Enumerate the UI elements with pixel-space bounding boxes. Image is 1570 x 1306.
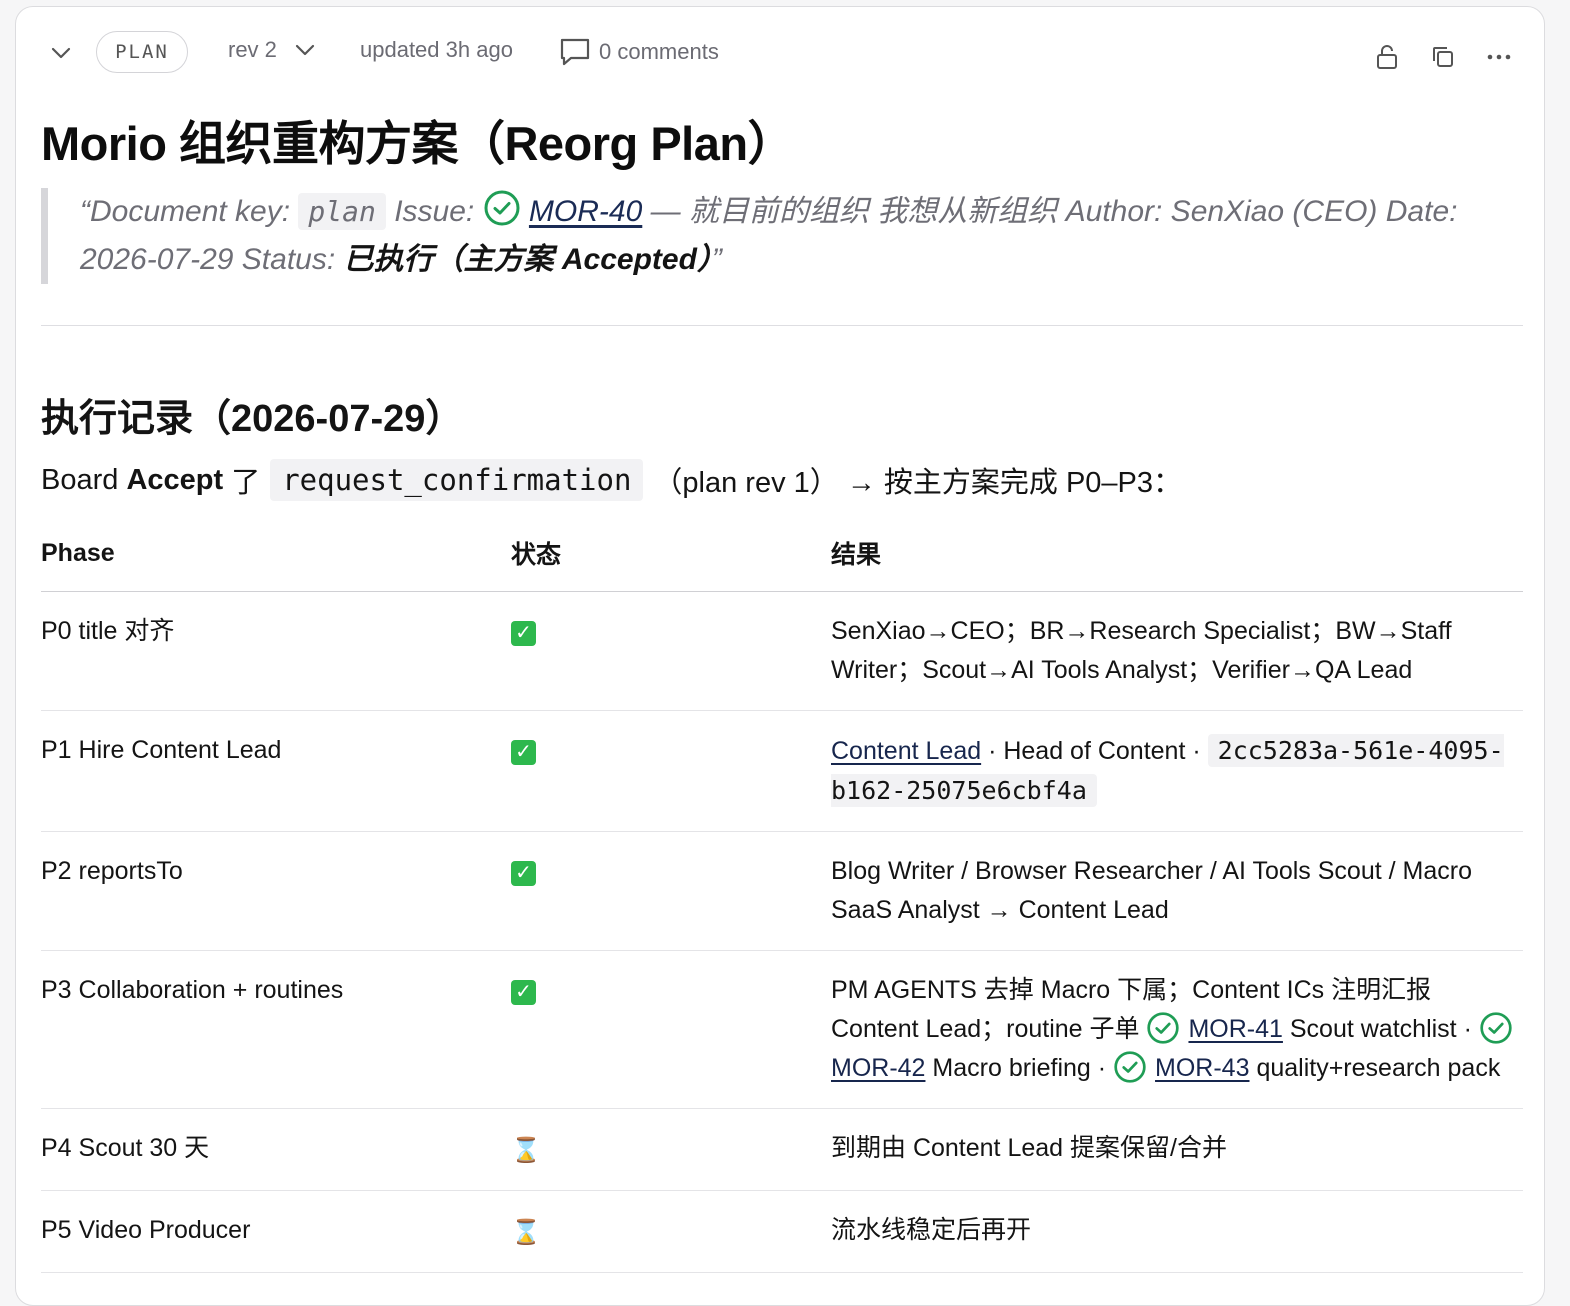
result-text: · Head of Content ·: [981, 737, 1208, 765]
table-row: P1 Hire Content Lead ✓ Content Lead · He…: [41, 710, 1523, 832]
hourglass-icon: ⌛: [511, 1137, 541, 1164]
divider: [41, 325, 1523, 326]
check-mark-icon: ✓: [511, 740, 536, 765]
unlock-icon[interactable]: [1369, 39, 1405, 75]
execution-table: Phase 状态 结果 P0 title 对齐 ✓ SenXiao→CEO；BR…: [41, 525, 1523, 1273]
section-heading: 执行记录（2026-07-29）: [41, 398, 464, 440]
comments-button[interactable]: 0 comments: [559, 37, 719, 67]
collapse-chevron-icon[interactable]: [43, 35, 79, 71]
result-cell: 到期由 Content Lead 提案保留/合并: [831, 1108, 1523, 1191]
intro-prefix: Board: [41, 463, 127, 496]
doc-type-badge: PLAN: [96, 31, 188, 73]
more-icon[interactable]: [1481, 39, 1517, 75]
chevron-down-icon: [295, 44, 315, 56]
issue-link-mor-42[interactable]: MOR-42: [831, 1054, 925, 1082]
status-cell: ⌛: [511, 1108, 831, 1191]
document-title: Morio 组织重构方案（Reorg Plan）: [41, 117, 795, 170]
check-mark-icon: ✓: [511, 980, 536, 1005]
phase-cell: P3 Collaboration + routines: [41, 950, 511, 1109]
issue-label: Issue:: [385, 195, 483, 228]
check-mark-icon: ✓: [511, 861, 536, 886]
result-cell: PM AGENTS 去掉 Macro 下属；Content ICs 注明汇报 C…: [831, 950, 1523, 1109]
document-meta-quote: “Document key: plan Issue: MOR-40 — 就目前的…: [41, 188, 1521, 284]
check-mark-icon: ✓: [511, 621, 536, 646]
result-text: quality+research pack: [1249, 1054, 1501, 1082]
result-cell: SenXiao→CEO；BR→Research Specialist；BW→St…: [831, 591, 1523, 711]
quote-open-text: “Document key:: [80, 195, 299, 228]
intro-suffix: （plan rev 1） → 按主方案完成 P0–P3：: [653, 467, 1183, 499]
quote-date-status: 2026-07-29 Status:: [80, 243, 344, 276]
column-header-status: 状态: [511, 525, 831, 592]
issue-done-icon: [1114, 1051, 1146, 1083]
document-toolbar: PLAN rev 2 updated 3h ago 0 comments: [16, 7, 1544, 99]
revision-selector[interactable]: rev 2: [228, 37, 315, 63]
result-cell: 流水线稳定后再开: [831, 1190, 1523, 1273]
revision-label: rev 2: [228, 37, 277, 62]
document-card: PLAN rev 2 updated 3h ago 0 comments Mor…: [15, 6, 1545, 1306]
hourglass-icon: ⌛: [511, 1219, 541, 1246]
intro-mid: 了: [223, 467, 261, 499]
document-key-code: plan: [298, 193, 386, 230]
issue-done-icon: [484, 190, 520, 226]
column-header-result: 结果: [831, 525, 1523, 592]
issue-link-mor-43[interactable]: MOR-43: [1155, 1054, 1249, 1082]
issue-done-icon: [1480, 1012, 1512, 1044]
intro-code: request_confirmation: [270, 459, 644, 501]
table-row: P0 title 对齐 ✓ SenXiao→CEO；BR→Research Sp…: [41, 591, 1523, 711]
result-cell: Blog Writer / Browser Researcher / AI To…: [831, 831, 1523, 951]
copy-icon[interactable]: [1425, 39, 1461, 75]
content-lead-link[interactable]: Content Lead: [831, 737, 981, 765]
result-text: Macro briefing ·: [925, 1054, 1114, 1082]
table-header-row: Phase 状态 结果: [41, 525, 1523, 592]
result-cell: Content Lead · Head of Content · 2cc5283…: [831, 710, 1523, 832]
table-row: P5 Video Producer ⌛ 流水线稳定后再开: [41, 1190, 1523, 1273]
status-cell: ✓: [511, 591, 831, 711]
comment-icon: [560, 38, 590, 66]
issue-done-icon: [1147, 1012, 1180, 1044]
quote-meta-text: — 就目前的组织 我想从新组织 Author: SenXiao (CEO) Da…: [642, 195, 1458, 228]
table-row: P2 reportsTo ✓ Blog Writer / Browser Res…: [41, 831, 1523, 951]
quote-close-text: ”: [711, 243, 722, 276]
intro-bold: Accept: [126, 463, 224, 496]
issue-link-mor-41[interactable]: MOR-41: [1188, 1015, 1282, 1043]
status-cell: ✓: [511, 710, 831, 832]
status-value: 已执行（主方案 Accepted）: [343, 243, 712, 276]
status-cell: ✓: [511, 950, 831, 1109]
section-intro: Board Accept 了 request_confirmation （plan …: [41, 459, 1182, 501]
phase-cell: P2 reportsTo: [41, 831, 511, 951]
column-header-phase: Phase: [41, 525, 511, 592]
updated-timestamp: updated 3h ago: [360, 37, 513, 62]
phase-cell: P4 Scout 30 天: [41, 1108, 511, 1191]
table-row: P3 Collaboration + routines ✓ PM AGENTS …: [41, 950, 1523, 1109]
phase-cell: P0 title 对齐: [41, 591, 511, 711]
comments-count: 0 comments: [599, 39, 719, 64]
phase-cell: P5 Video Producer: [41, 1190, 511, 1273]
status-cell: ⌛: [511, 1190, 831, 1273]
issue-link-mor-40[interactable]: MOR-40: [529, 195, 642, 228]
phase-cell: P1 Hire Content Lead: [41, 710, 511, 832]
result-text: Scout watchlist ·: [1282, 1015, 1479, 1043]
table-row: P4 Scout 30 天 ⌛ 到期由 Content Lead 提案保留/合并: [41, 1108, 1523, 1191]
status-cell: ✓: [511, 831, 831, 951]
